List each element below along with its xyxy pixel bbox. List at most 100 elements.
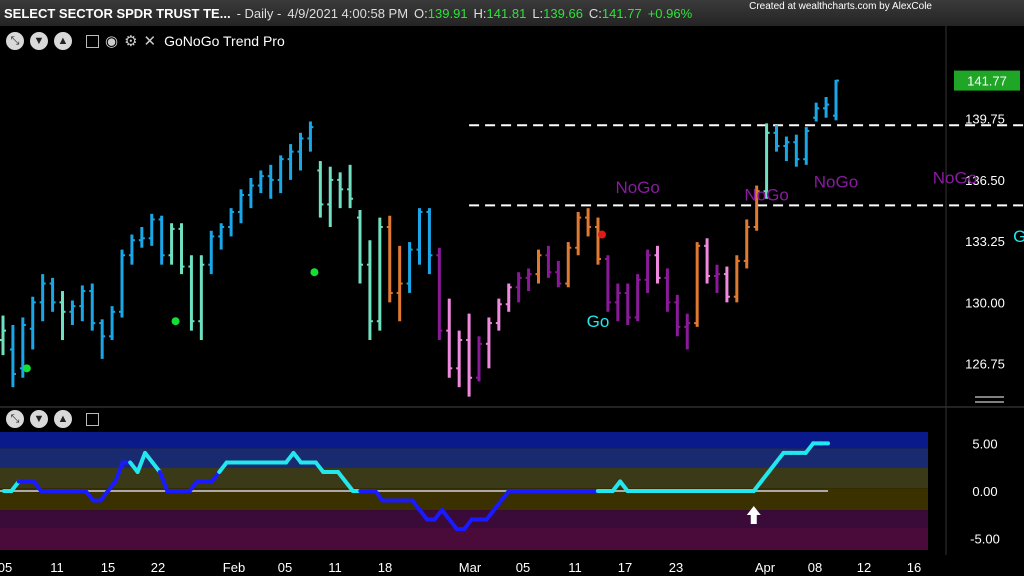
ohlc-bar	[49, 277, 56, 312]
ohlc-bar	[456, 330, 463, 388]
chart-canvas[interactable]: 126.75130.00133.25136.50139.75141.775.00…	[0, 0, 1024, 576]
axis-scale-icon	[975, 396, 1004, 403]
ohlc-bar	[565, 242, 572, 288]
date-tick-label: 15	[101, 560, 115, 575]
ohlc-bar	[297, 132, 304, 171]
date-tick-label: 16	[907, 560, 921, 575]
ohlc-bar	[833, 79, 839, 121]
ohlc-bar	[694, 242, 701, 327]
ohlc-bar	[545, 245, 552, 278]
ohlc-bar	[485, 317, 492, 369]
date-tick-label: 17	[618, 560, 632, 575]
ohlc-bar	[476, 336, 482, 382]
ohlc-bar	[228, 208, 235, 237]
ohlc-bar	[69, 300, 76, 325]
date-tick-label: 05	[0, 560, 12, 575]
ohlc-bar	[585, 208, 592, 237]
ohlc-bar	[614, 283, 621, 322]
ohlc-bar	[247, 178, 254, 209]
price-tick-label: 130.00	[965, 295, 1005, 310]
trend-annotation: NoGo	[744, 186, 788, 205]
ohlc-bar	[743, 219, 750, 269]
date-tick-label: 22	[151, 560, 165, 575]
trend-annotation: NoGo	[933, 169, 977, 188]
ohlc-bar	[813, 102, 820, 122]
date-tick-label: 11	[50, 560, 64, 575]
ohlc-bar	[793, 134, 800, 167]
ohlc-bar	[109, 306, 116, 341]
ohlc-bar	[208, 230, 215, 275]
ohlc-bar	[366, 240, 373, 341]
ohlc-bar	[337, 172, 344, 209]
ohlc-bar	[267, 164, 274, 199]
ohlc-bar	[773, 125, 780, 152]
date-tick-label: 05	[516, 560, 530, 575]
ohlc-bar	[347, 164, 354, 209]
date-tick-label: 11	[568, 560, 582, 575]
ohlc-bar	[138, 227, 145, 248]
date-tick-label: Mar	[459, 560, 482, 575]
ohlc-bar	[119, 249, 125, 318]
ohlc-bar	[0, 315, 6, 356]
ohlc-bar	[238, 189, 244, 224]
ohlc-bar	[406, 242, 413, 293]
ohlc-bar	[624, 283, 631, 325]
ohlc-bar	[604, 255, 611, 312]
ohlc-bar	[168, 223, 175, 265]
ohlc-bar	[307, 121, 314, 152]
ohlc-bar	[277, 155, 284, 194]
ohlc-bar	[148, 213, 155, 246]
ohlc-bar	[188, 255, 195, 331]
oscillator-band	[0, 432, 928, 449]
ohlc-bar	[59, 291, 66, 341]
ohlc-bar	[505, 283, 512, 312]
date-tick-label: Feb	[223, 560, 245, 575]
ohlc-bar	[733, 255, 740, 303]
ohlc-bar	[396, 245, 403, 322]
oscillator-band	[0, 510, 928, 528]
ohlc-bar	[426, 208, 433, 275]
ohlc-bar	[357, 210, 363, 284]
signal-dot	[22, 364, 31, 373]
last-price-label: 141.77	[967, 74, 1007, 89]
ohlc-bar	[525, 268, 532, 292]
date-tick-label: 18	[378, 560, 392, 575]
oscillator-tick-label: 5.00	[972, 436, 997, 451]
signal-dot	[310, 268, 319, 277]
ohlc-bar	[317, 161, 324, 218]
ohlc-bar	[29, 296, 36, 350]
price-tick-label: 133.25	[965, 234, 1005, 249]
ohlc-bar	[684, 313, 691, 350]
ohlc-bar	[634, 274, 641, 322]
ohlc-bar	[575, 211, 582, 256]
trend-annotation: NoGo	[814, 172, 858, 191]
signal-dot	[598, 230, 606, 239]
date-tick-label: 12	[857, 560, 871, 575]
ohlc-bar	[723, 266, 730, 303]
ohlc-bar	[595, 217, 601, 265]
oscillator-tick-label: 0.00	[972, 484, 997, 499]
ohlc-bar	[257, 170, 264, 194]
signal-dot	[171, 317, 180, 326]
ohlc-bar	[654, 245, 661, 284]
ohlc-bar	[198, 255, 205, 341]
trend-annotation: Go	[1013, 227, 1024, 246]
trend-annotation: Go	[587, 312, 610, 331]
ohlc-bar	[416, 208, 423, 265]
ohlc-bar	[644, 249, 651, 293]
ohlc-bar	[495, 298, 502, 331]
ohlc-bar	[555, 260, 562, 288]
ohlc-bar	[128, 234, 135, 265]
ohlc-bar	[803, 127, 810, 165]
ohlc-bar	[704, 238, 711, 284]
ohlc-bar	[376, 217, 383, 331]
date-tick-label: 23	[669, 560, 683, 575]
ohlc-bar	[783, 136, 790, 162]
date-tick-label: 05	[278, 560, 292, 575]
ohlc-bar	[178, 223, 185, 275]
ohlc-bar	[714, 264, 720, 293]
ohlc-bar	[79, 285, 86, 322]
ohlc-bar	[89, 283, 96, 331]
date-tick-label: 08	[808, 560, 822, 575]
ohlc-bar	[39, 274, 46, 322]
